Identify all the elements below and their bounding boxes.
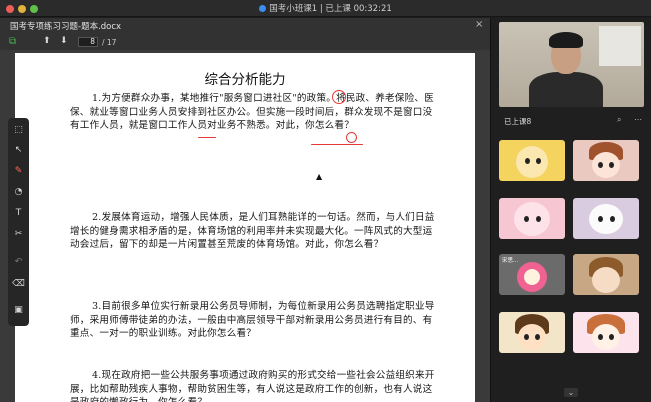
student-count: 已上课8	[504, 117, 532, 126]
avatar-eye	[536, 216, 541, 222]
question-4: 4.现在政府把一些公共服务事项通过政府购买的形式交给一些社会公益组织来开展，比如…	[70, 370, 435, 402]
avatar-eye	[609, 334, 614, 340]
document-header: 国考专项练习习题-题本.docx × ⧉ ⬆ ⬇ 8 / 17	[0, 18, 490, 50]
student-video-tile[interactable]	[573, 198, 639, 239]
eraser-icon[interactable]: ⌫	[8, 276, 29, 292]
pen-icon[interactable]: ✎	[8, 163, 29, 179]
student-video-tile[interactable]: 宋思...	[499, 254, 565, 295]
avatar-eye	[536, 158, 541, 164]
pointer-icon[interactable]: ↖	[8, 142, 29, 158]
student-video-tile[interactable]	[573, 312, 639, 353]
window-title-text: 国考小班课1 | 已上课 00:32:21	[269, 4, 392, 14]
cartoon-avatar	[516, 146, 548, 178]
scissors-icon[interactable]: ✂	[8, 226, 29, 242]
student-video-tile[interactable]	[499, 140, 565, 181]
cartoon-avatar	[518, 324, 546, 350]
question-1: 1.为方便群众办事，某地推行"服务窗口进社区"的政策。将民政、养老保险、医保、就…	[70, 93, 434, 131]
avatar-eye	[535, 334, 540, 340]
mouse-cursor-icon: ▲	[316, 172, 323, 181]
student-video-tile[interactable]	[573, 254, 639, 295]
video-sidebar: 已上课8 ⌕ ⋯ 宋思... ⌄	[490, 18, 651, 402]
select-icon[interactable]: ⬚	[8, 122, 29, 138]
cartoon-avatar	[592, 152, 620, 178]
export-icon[interactable]: ⧉	[9, 36, 16, 47]
cartoon-avatar	[592, 267, 620, 293]
avatar-eye	[598, 334, 603, 340]
shapes-icon[interactable]: ◔	[8, 184, 29, 200]
question-3: 3.目前很多单位实行新录用公务员导师制，为每位新录用公务员选聘指定职业导师，采用…	[70, 301, 435, 339]
app-logo-icon	[259, 5, 267, 12]
document-page: 综合分析能力 1.为方便群众办事，某地推行"服务窗口进社区"的政策。将民政、养老…	[15, 53, 475, 402]
drawing-toolbar: ⬚ ↖ ✎ ◔ T ✂ ↶ ⌫ ▣	[8, 118, 29, 326]
avatar-eye	[524, 216, 529, 222]
page-title: 综合分析能力	[204, 72, 286, 88]
window-title: 国考小班课1 | 已上课 00:32:21	[0, 2, 651, 14]
background-whiteboard	[599, 26, 641, 66]
page-number-input[interactable]: 8	[78, 37, 98, 47]
toolbox-icon[interactable]: ▣	[8, 302, 29, 318]
avatar-eye	[525, 158, 530, 164]
avatar-eye	[598, 162, 603, 168]
next-page-icon[interactable]: ⬇	[60, 36, 68, 47]
annotation-circle	[346, 132, 357, 143]
avatar-eye	[610, 216, 615, 222]
teacher-body	[529, 72, 603, 107]
search-icon[interactable]: ⌕	[617, 115, 621, 125]
question-2: 2.发展体育运动，增强人民体质，是人们耳熟能详的一句话。然而，与人们日益增长的健…	[70, 212, 435, 250]
annotation-underline	[198, 137, 216, 138]
text-icon[interactable]: T	[8, 205, 29, 221]
previous-page-icon[interactable]: ⬆	[43, 36, 51, 47]
annotation-underline	[311, 144, 363, 145]
more-options-icon[interactable]: ⋯	[634, 115, 642, 124]
cartoon-avatar	[592, 324, 620, 350]
cartoon-avatar	[514, 202, 550, 236]
chevron-down-icon[interactable]: ⌄	[564, 388, 578, 397]
teacher-video[interactable]	[499, 22, 644, 107]
avatar-eye	[598, 216, 603, 222]
cartoon-avatar	[524, 269, 540, 285]
cartoon-avatar	[589, 204, 623, 234]
avatar-eye	[609, 162, 614, 168]
window-title-bar: 国考小班课1 | 已上课 00:32:21	[0, 0, 651, 17]
student-list-header: 已上课8 ⌕ ⋯	[491, 110, 651, 130]
close-document-icon[interactable]: ×	[475, 19, 483, 30]
student-video-tile[interactable]	[499, 312, 565, 353]
document-viewer: 国考专项练习习题-题本.docx × ⧉ ⬆ ⬇ 8 / 17 综合分析能力 1…	[0, 18, 490, 402]
student-video-tile[interactable]	[499, 198, 565, 239]
avatar-eye	[524, 334, 529, 340]
annotation-circle	[332, 90, 346, 104]
page-total: / 17	[102, 38, 117, 47]
document-filename: 国考专项练习习题-题本.docx	[10, 22, 122, 32]
undo-icon[interactable]: ↶	[8, 254, 29, 270]
student-video-tile[interactable]	[573, 140, 639, 181]
student-name: 宋思...	[502, 258, 519, 264]
teacher-hair	[549, 32, 583, 48]
